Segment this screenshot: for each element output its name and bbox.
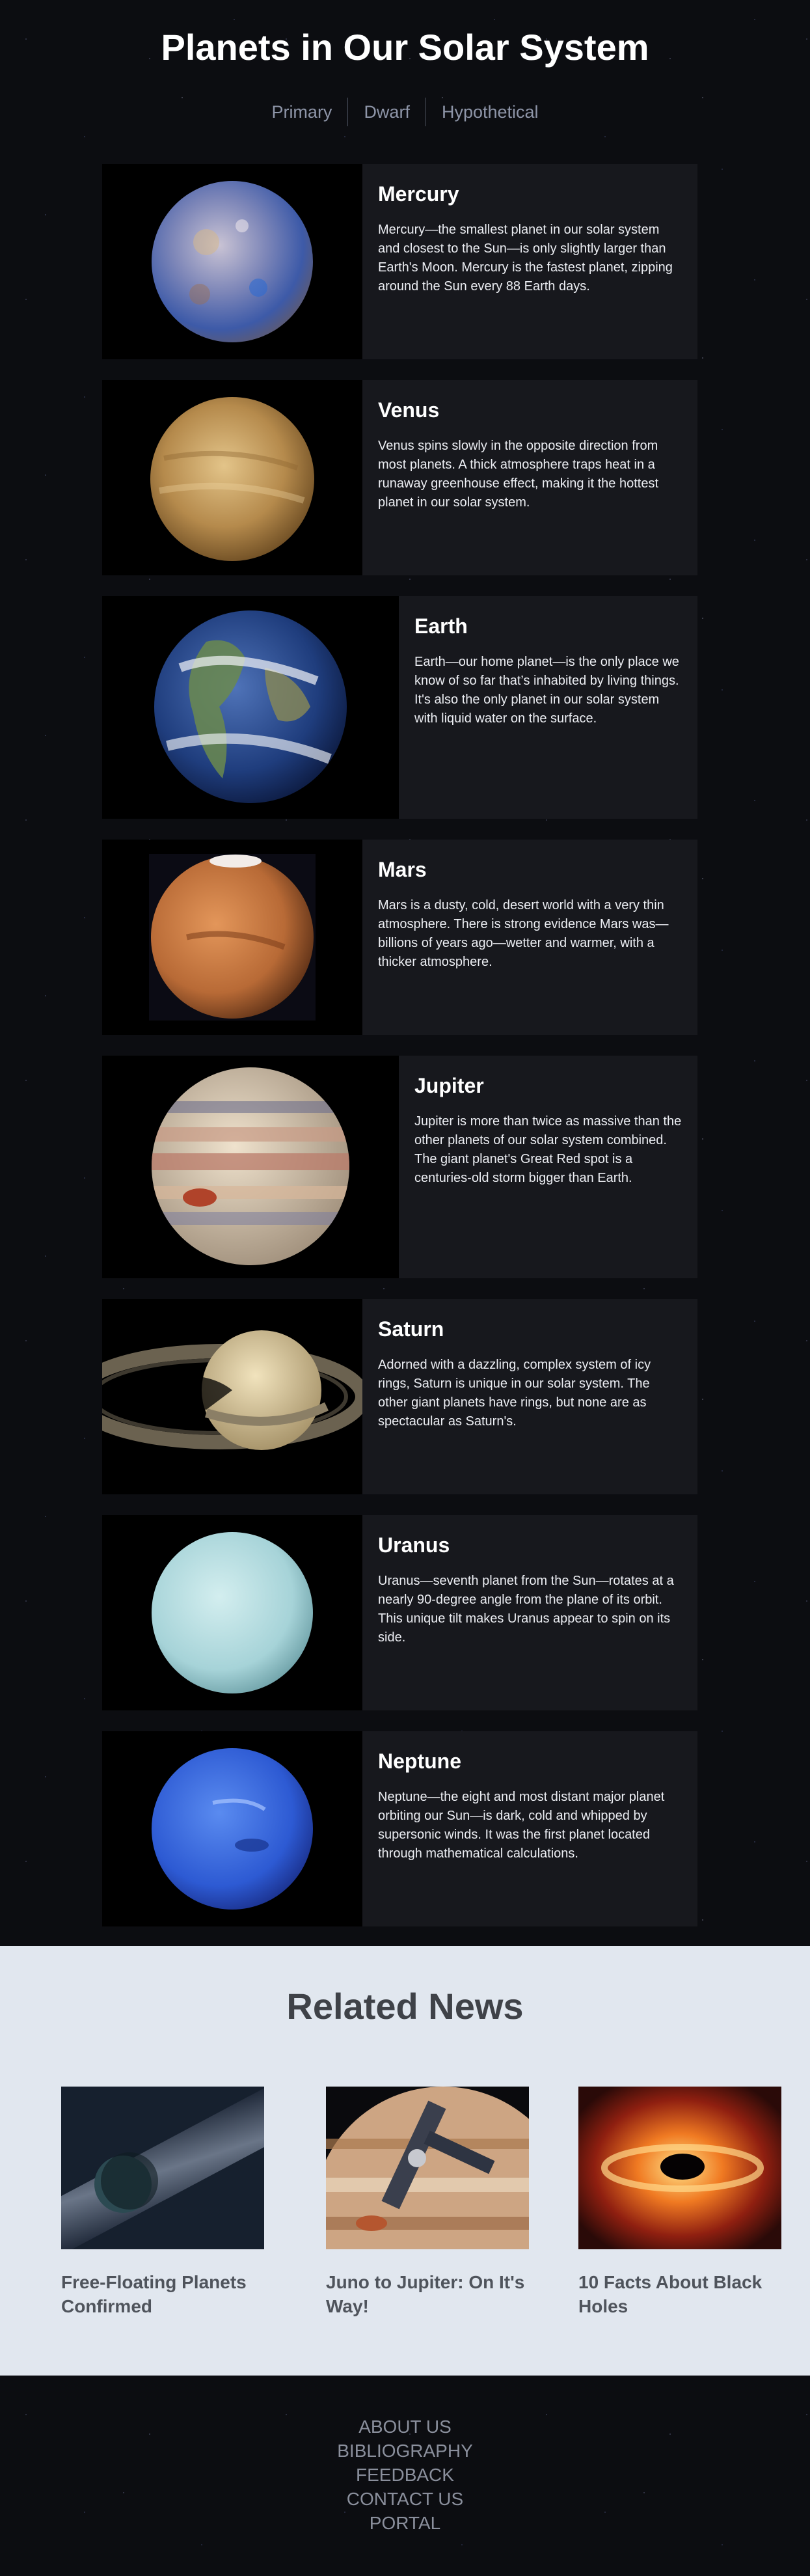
planet-name: Saturn: [378, 1317, 444, 1341]
news-caption: Free-Floating Planets Confirmed: [61, 2272, 247, 2316]
planet-card-jupiter: Jupiter Jupiter is more than twice as ma…: [102, 1056, 697, 1278]
footer-link-contact-us[interactable]: CONTACT US: [0, 2487, 810, 2511]
saturn-image: [102, 1299, 362, 1494]
planet-description: Earth—our home planet—is the only place …: [414, 655, 679, 726]
planet-name: Earth: [414, 614, 468, 638]
news-item-free-floating-planets[interactable]: Free-Floating Planets Confirmed: [61, 2087, 264, 2318]
nav-primary[interactable]: Primary: [256, 100, 347, 125]
related-news-title: Related News: [286, 1986, 524, 2027]
nav-hypothetical[interactable]: Hypothetical: [426, 100, 554, 125]
news-caption: Juno to Jupiter: On It's Way!: [326, 2272, 525, 2316]
earth-image: [102, 596, 399, 819]
planet-name: Uranus: [378, 1533, 450, 1557]
planet-name: Venus: [378, 398, 440, 422]
venus-image: [102, 380, 362, 575]
planet-name: Mercury: [378, 182, 459, 206]
planet-card-saturn: Saturn Adorned with a dazzling, complex …: [102, 1299, 697, 1494]
planet-description: Jupiter is more than twice as massive th…: [414, 1114, 682, 1185]
juno-spacecraft-image: [326, 2087, 529, 2249]
planet-name: Mars: [378, 858, 427, 881]
planet-card-mercury: Mercury Mercury—the smallest planet in o…: [102, 164, 697, 359]
footer-nav: ABOUT US BIBLIOGRAPHY FEEDBACK CONTACT U…: [0, 2415, 810, 2535]
neptune-image: [102, 1731, 362, 1926]
planet-description: Venus spins slowly in the opposite direc…: [378, 439, 659, 510]
planet-card-uranus: Uranus Uranus—seventh planet from the Su…: [102, 1515, 697, 1710]
nav-dwarf[interactable]: Dwarf: [348, 100, 425, 125]
planet-card-earth: Earth Earth—our home planet—is the only …: [102, 596, 697, 819]
planet-description: Uranus—seventh planet from the Sun—rotat…: [378, 1574, 674, 1645]
page-title: Planets in Our Solar System: [161, 27, 649, 68]
planet-description: Mercury—the smallest planet in our solar…: [378, 223, 673, 294]
planet-description: Mars is a dusty, cold, desert world with…: [378, 898, 669, 969]
related-news-section: Related News Free-Floating Planets Confi…: [0, 1946, 810, 2376]
footer-link-bibliography[interactable]: BIBLIOGRAPHY: [0, 2439, 810, 2463]
news-caption: 10 Facts About Black Holes: [578, 2272, 763, 2316]
planet-card-venus: Venus Venus spins slowly in the opposite…: [102, 380, 697, 575]
planet-description: Neptune—the eight and most distant major…: [378, 1790, 665, 1861]
news-item-juno-jupiter[interactable]: Juno to Jupiter: On It's Way!: [326, 2087, 529, 2318]
mercury-image: [102, 164, 362, 359]
uranus-image: [102, 1515, 362, 1710]
footer-link-portal[interactable]: PORTAL: [0, 2511, 810, 2535]
planet-category-nav: Primary Dwarf Hypothetical: [0, 98, 810, 126]
mars-image: [102, 840, 362, 1035]
planet-name: Jupiter: [414, 1074, 484, 1097]
planet-card-mars: Mars Mars is a dusty, cold, desert world…: [102, 840, 697, 1035]
planet-name: Neptune: [378, 1749, 461, 1773]
planet-description: Adorned with a dazzling, complex system …: [378, 1358, 651, 1429]
news-item-black-holes[interactable]: 10 Facts About Black Holes: [578, 2087, 781, 2318]
planet-card-neptune: Neptune Neptune—the eight and most dista…: [102, 1731, 697, 1926]
free-floating-planet-image: [61, 2087, 264, 2249]
black-hole-image: [578, 2087, 781, 2249]
footer-link-feedback[interactable]: FEEDBACK: [0, 2463, 810, 2487]
jupiter-image: [102, 1056, 399, 1278]
footer-link-about-us[interactable]: ABOUT US: [0, 2415, 810, 2439]
